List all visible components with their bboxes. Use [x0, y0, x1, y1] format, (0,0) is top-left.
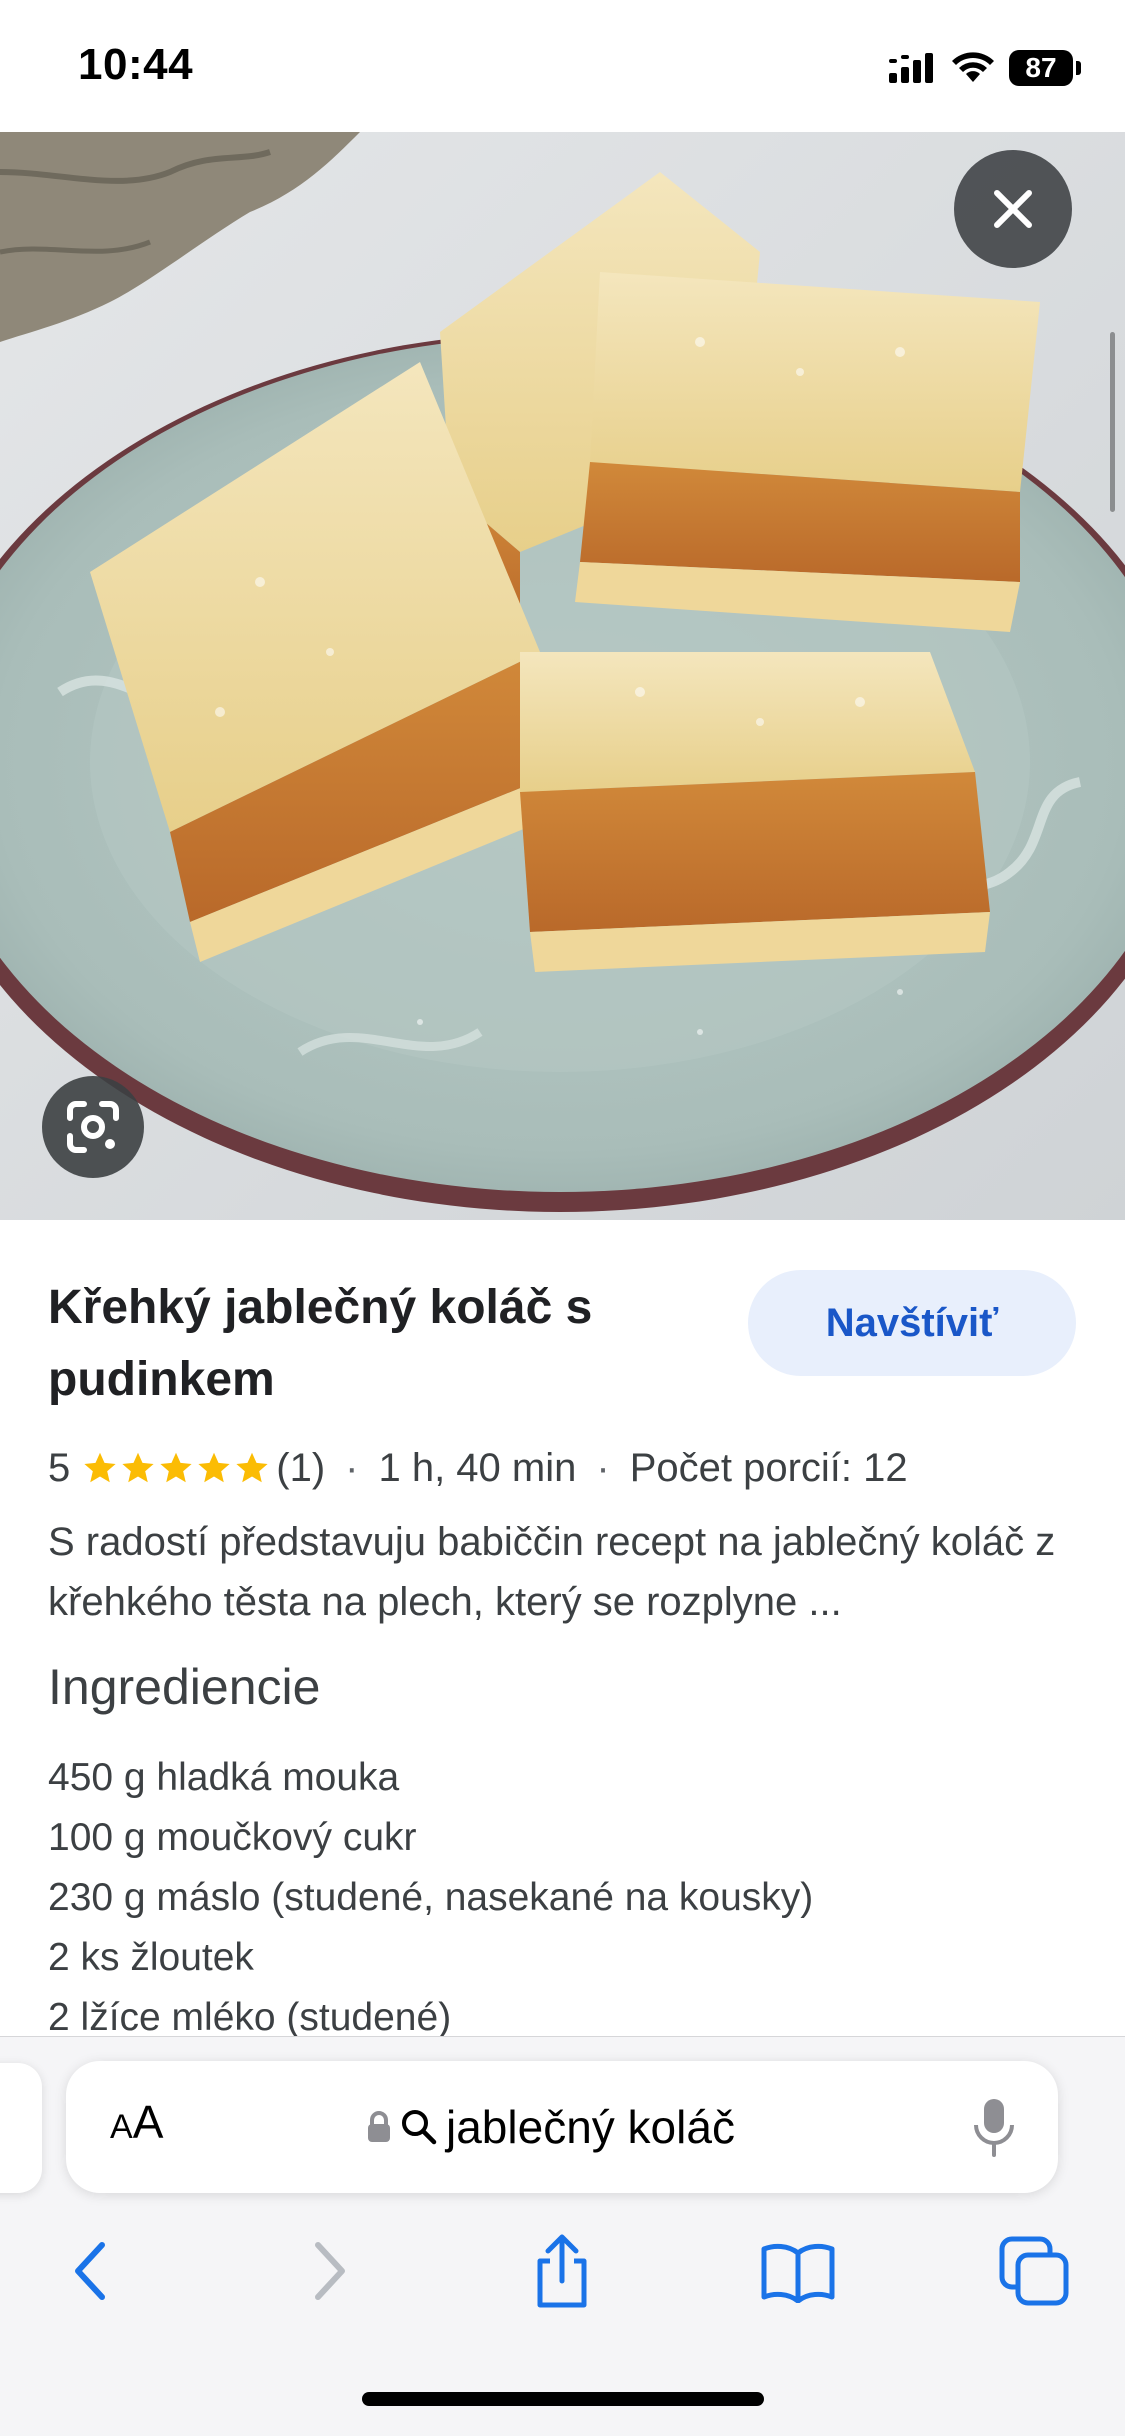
battery-level: 87 [1009, 50, 1073, 86]
lock-icon [368, 2111, 390, 2142]
phone-screen: 10:44 87 Křehký jablečný koláč s pudinke… [0, 0, 1125, 2436]
rating-stars [82, 1450, 272, 1486]
rating-value: 5 [48, 1445, 71, 1490]
cellular-signal-icon [889, 53, 933, 83]
address-bar[interactable]: A A jablečný koláč [66, 2061, 1058, 2193]
close-button[interactable] [954, 150, 1072, 268]
google-lens-button[interactable] [42, 1076, 144, 1178]
wifi-icon [952, 52, 994, 82]
meta-separator: · [345, 1445, 359, 1490]
ingredient-item: 230 g máslo (studené, nasekané na kousky… [48, 1876, 814, 1919]
previous-tab-card[interactable] [0, 2063, 42, 2193]
battery-indicator: 87 [1009, 50, 1081, 86]
google-lens-icon [67, 1101, 119, 1153]
url-text: jablečný koláč [446, 2101, 735, 2153]
recipe-title[interactable]: Křehký jablečný koláč s pudinkem [48, 1272, 698, 1416]
star-icon [122, 1452, 154, 1483]
home-indicator[interactable] [362, 2392, 764, 2406]
aa-small-letter: A [110, 2108, 133, 2146]
status-bar: 10:44 87 [0, 0, 1125, 132]
visit-button[interactable]: Navštíviť [748, 1270, 1076, 1376]
ingredients-list: 450 g hladká mouka 100 g moučkový cukr 2… [48, 1748, 813, 2048]
recipe-panel: Křehký jablečný koláč s pudinkem Navštív… [0, 1220, 1125, 2040]
status-icons: 87 [887, 46, 1081, 90]
star-icon [236, 1452, 268, 1483]
share-icon [537, 2234, 587, 2308]
star-icon [160, 1452, 192, 1483]
close-icon [994, 190, 1032, 228]
bookmarks-icon [761, 2243, 835, 2303]
ingredient-item: 100 g moučkový cukr [48, 1816, 417, 1859]
browser-toolbar: A A jablečný koláč [0, 2036, 1125, 2436]
share-button[interactable] [520, 2223, 604, 2319]
recipe-description: S radostí představuju babiččin recept na… [48, 1520, 1056, 1624]
tabs-button[interactable] [992, 2223, 1076, 2319]
ingredient-item: 2 ks žloutek [48, 1936, 254, 1979]
cook-time: 1 h, 40 min [378, 1445, 577, 1490]
tabs-icon [999, 2236, 1069, 2306]
rating-count: (1) [276, 1445, 326, 1490]
aa-big-letter: A [132, 2096, 164, 2148]
scroll-indicator[interactable] [1110, 332, 1115, 512]
forward-icon [315, 2242, 345, 2300]
star-icon [198, 1452, 230, 1483]
reader-aa-button[interactable]: A A [110, 2095, 163, 2159]
back-button[interactable] [50, 2223, 130, 2319]
apple-cake-photo [0, 132, 1125, 1220]
ingredient-item: 450 g hladká mouka [48, 1756, 400, 1799]
bookmarks-button[interactable] [756, 2223, 840, 2319]
recipe-meta: 5 (1) · 1 h, 40 min · Počet porcií: 12 [48, 1440, 908, 1496]
url-display[interactable]: jablečný koláč [366, 2091, 735, 2163]
recipe-image[interactable] [0, 132, 1125, 1220]
microphone-icon[interactable] [970, 2095, 1018, 2159]
meta-separator: · [596, 1445, 610, 1490]
star-icon [84, 1452, 116, 1483]
forward-button[interactable] [290, 2223, 370, 2319]
status-time: 10:44 [78, 40, 194, 89]
back-icon [75, 2242, 105, 2300]
search-icon [402, 2110, 437, 2145]
servings: Počet porcií: 12 [629, 1445, 908, 1490]
battery-tip [1076, 61, 1081, 75]
ingredients-heading: Ingrediencie [48, 1659, 321, 1715]
